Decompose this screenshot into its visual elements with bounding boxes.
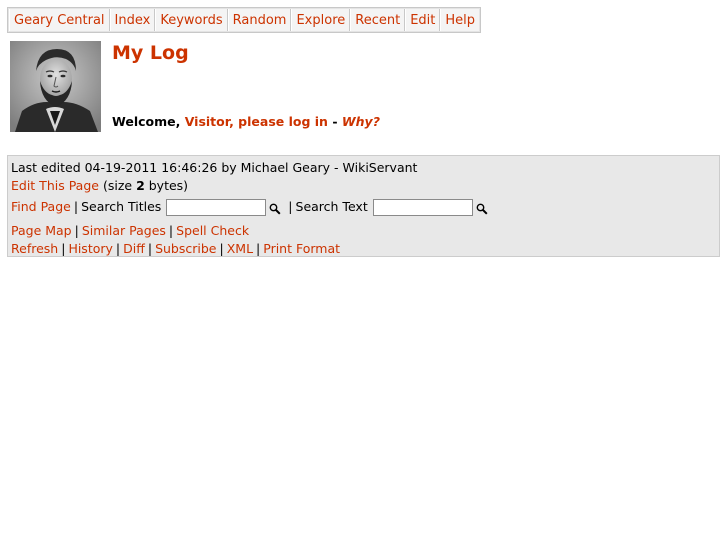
separator: |: [115, 241, 121, 256]
page-actions-row: Refresh | History | Diff | Subscribe | XML | Print…: [11, 240, 716, 258]
nav-tab-recent[interactable]: Recent: [350, 9, 406, 31]
search-text-label: Search Text: [295, 199, 368, 214]
separator: |: [168, 223, 174, 238]
portrait-drawing: [10, 41, 101, 132]
separator: |: [219, 241, 224, 256]
separator: |: [288, 199, 293, 214]
nav-tab-help[interactable]: Help: [440, 9, 480, 31]
nav-tab-geary-central[interactable]: Geary Central: [9, 9, 110, 31]
page-map-link[interactable]: Page Map: [11, 223, 72, 238]
magnifier-icon: [269, 203, 281, 215]
spell-check-link[interactable]: Spell Check: [176, 223, 249, 238]
search-line: Find Page | Search Titles | Search Text: [11, 196, 716, 218]
last-edited-text: Last edited 04-19-2011 16:46:26 by Micha…: [11, 160, 418, 175]
refresh-link[interactable]: Refresh: [11, 241, 58, 256]
page-tools-row: Page Map | Similar Pages | Spell Check: [11, 222, 716, 240]
search-titles-button[interactable]: [269, 200, 281, 215]
nav-tab-edit[interactable]: Edit: [405, 9, 441, 31]
magnifier-icon: [476, 203, 488, 215]
search-text-button[interactable]: [476, 200, 488, 215]
similar-pages-link[interactable]: Similar Pages: [82, 223, 166, 238]
subscribe-link[interactable]: Subscribe: [155, 241, 216, 256]
page-footer: Last edited 04-19-2011 16:46:26 by Micha…: [7, 155, 720, 257]
search-text-input[interactable]: [372, 198, 473, 216]
separator: |: [73, 199, 79, 214]
top-nav: Geary Central Index Keywords Random Expl…: [7, 7, 482, 33]
page-title: My Log: [112, 42, 189, 64]
nav-tab-explore[interactable]: Explore: [291, 9, 351, 31]
welcome-line: Welcome, Visitor, please log in - Why?: [112, 114, 380, 129]
size-prefix: (size: [102, 178, 133, 193]
nav-tab-random[interactable]: Random: [227, 9, 292, 31]
nav-tab-index[interactable]: Index: [109, 9, 156, 31]
separator: |: [256, 241, 261, 256]
why-link[interactable]: Why?: [342, 114, 380, 129]
search-titles-input[interactable]: [166, 198, 267, 216]
separator: |: [61, 241, 66, 256]
print-format-link[interactable]: Print Format: [263, 241, 340, 256]
login-link[interactable]: Visitor, please log in: [185, 114, 328, 129]
size-suffix: bytes): [148, 178, 189, 193]
portrait-image: [10, 41, 101, 132]
edit-this-page-link[interactable]: Edit This Page: [11, 178, 99, 193]
separator: |: [74, 223, 79, 238]
search-titles-label: Search Titles: [81, 199, 162, 214]
find-page-link[interactable]: Find Page: [11, 196, 71, 218]
nav-tab-keywords[interactable]: Keywords: [155, 9, 228, 31]
size-value: 2: [136, 178, 145, 193]
welcome-dash: -: [332, 114, 338, 129]
separator: |: [147, 241, 153, 256]
edit-line: Edit This Page (size 2 bytes): [11, 177, 716, 195]
xml-link[interactable]: XML: [227, 241, 253, 256]
history-link[interactable]: History: [68, 241, 112, 256]
diff-link[interactable]: Diff: [123, 241, 145, 256]
welcome-prefix: Welcome,: [112, 114, 181, 129]
